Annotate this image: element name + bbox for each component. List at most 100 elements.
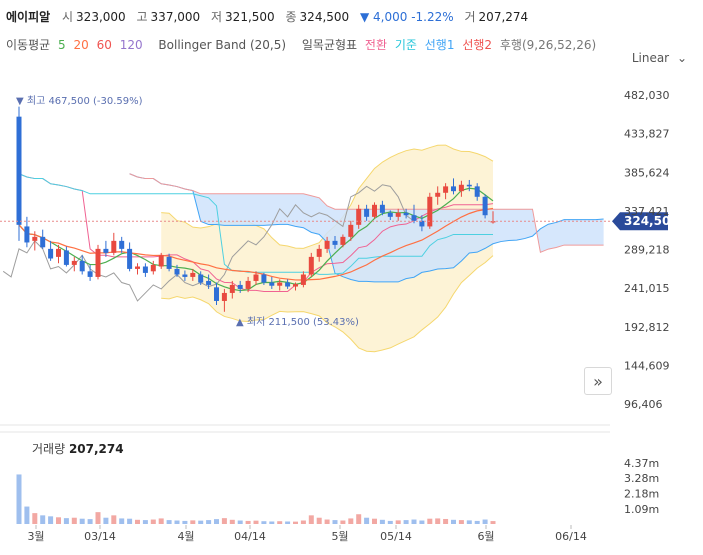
- x-axis-tick-label: 5월: [331, 530, 348, 543]
- volume-bar: [411, 519, 417, 524]
- candle-body: [277, 282, 283, 286]
- volume-bar: [32, 513, 38, 524]
- candle-body: [435, 192, 441, 197]
- candle-body: [458, 184, 464, 192]
- x-axis-tick-label: 05/14: [380, 530, 412, 543]
- volume-bar: [293, 521, 298, 524]
- volume-bar: [356, 514, 362, 524]
- volume-bar: [48, 516, 54, 524]
- candle-body: [269, 282, 275, 286]
- volume-bar: [300, 520, 306, 524]
- volume-bar: [229, 519, 235, 524]
- volume-bar: [95, 512, 101, 524]
- volume-bar: [387, 520, 393, 524]
- volume-bar: [245, 520, 251, 524]
- x-axis-tick-label: 6월: [477, 530, 494, 543]
- volume-bar: [63, 518, 69, 524]
- x-axis-tick-label: 3월: [27, 530, 44, 543]
- candle-body: [308, 256, 314, 275]
- candle-body: [174, 268, 180, 275]
- volume-bar: [474, 520, 480, 524]
- volume-axis-tick-label: 3.28m: [624, 472, 659, 485]
- candle-body: [182, 274, 188, 277]
- candle-body: [379, 204, 385, 213]
- candle-body: [443, 186, 449, 193]
- candle-body: [372, 204, 377, 217]
- candle-body: [229, 284, 235, 293]
- volume-bar: [40, 515, 46, 524]
- volume-bar: [56, 517, 61, 524]
- volume-bar: [395, 520, 401, 524]
- candle-body: [111, 240, 117, 253]
- volume-bar: [364, 517, 370, 524]
- candle-body: [24, 226, 30, 243]
- x-axis-tick-label: 04/14: [234, 530, 266, 543]
- volume-panel-title: 거래량: [32, 442, 66, 456]
- volume-bar: [150, 519, 156, 524]
- y-axis-tick-label: 433,827: [624, 128, 670, 141]
- candle-body: [237, 284, 243, 289]
- volume-bar: [458, 520, 464, 524]
- volume-bar: [237, 520, 243, 524]
- candle-body: [466, 184, 472, 187]
- y-axis-tick-label: 482,030: [624, 89, 670, 102]
- volume-bar: [142, 520, 148, 524]
- volume-axis-tick-label: 1.09m: [624, 503, 659, 516]
- candle-body: [190, 272, 196, 277]
- candle-body: [79, 260, 85, 272]
- volume-bar: [490, 521, 496, 524]
- x-axis-tick-label: 03/14: [84, 530, 116, 543]
- candle-body: [71, 260, 77, 265]
- volume-bar: [443, 518, 449, 524]
- candle-body: [332, 240, 338, 245]
- volume-bar: [182, 520, 188, 524]
- candle-body: [253, 274, 259, 281]
- candle-body: [364, 208, 370, 217]
- y-axis-tick-label: 144,609: [624, 359, 670, 372]
- low-annotation: ▲ 최저 211,500 (53.43%): [236, 316, 359, 328]
- y-axis-tick-label: 385,624: [624, 166, 670, 179]
- volume-bar: [174, 520, 180, 524]
- price-chart[interactable]: 324,500482,030433,827385,624337,421289,2…: [0, 0, 703, 555]
- volume-bar: [316, 517, 322, 524]
- candle-body: [150, 264, 156, 272]
- candle-body: [356, 208, 362, 225]
- candle-body: [403, 212, 409, 216]
- volume-bar: [466, 520, 472, 524]
- volume-bar: [285, 521, 291, 524]
- y-axis-tick-label: 96,406: [624, 398, 663, 411]
- volume-bar: [348, 518, 354, 524]
- candle-body: [387, 212, 393, 217]
- candle-body: [63, 250, 69, 265]
- volume-bar: [221, 518, 227, 524]
- volume-bar: [419, 520, 425, 524]
- candle-body: [56, 248, 61, 257]
- candle-body: [206, 280, 212, 285]
- candle-body: [40, 236, 46, 248]
- candle-body: [48, 248, 54, 259]
- volume-bar: [324, 519, 330, 524]
- candle-body: [245, 280, 251, 289]
- volume-bar: [158, 518, 164, 524]
- volume-bar: [379, 519, 385, 524]
- volume-bar: [214, 519, 219, 524]
- volume-bar: [16, 474, 22, 524]
- double-chevron-right-icon: »: [593, 371, 603, 391]
- volume-bar: [261, 521, 267, 524]
- candle-body: [340, 236, 346, 245]
- candle-body: [103, 248, 109, 253]
- candle-body: [87, 271, 93, 277]
- x-axis-tick-label: 06/14: [555, 530, 587, 543]
- volume-bar: [24, 506, 30, 524]
- candle-body: [214, 287, 219, 301]
- volume-bar: [340, 520, 346, 524]
- volume-bar: [135, 519, 140, 524]
- volume-bar: [206, 520, 212, 524]
- volume-bar: [103, 517, 109, 524]
- volume-bar: [198, 520, 204, 524]
- volume-bar: [372, 518, 377, 524]
- scroll-right-button[interactable]: »: [584, 367, 612, 395]
- volume-bar: [403, 520, 409, 524]
- candle-body: [261, 274, 267, 283]
- volume-bar: [253, 520, 259, 524]
